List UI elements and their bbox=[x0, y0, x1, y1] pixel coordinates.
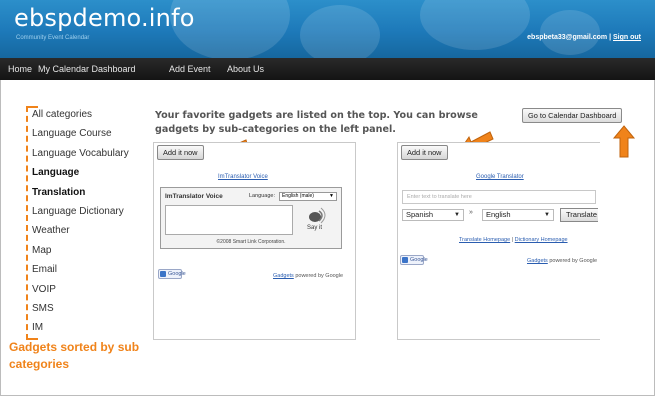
say-it-button[interactable]: Say it bbox=[307, 225, 322, 231]
dropdown-arrow-icon: ▼ bbox=[329, 193, 334, 199]
dropdown-arrow-icon: ▼ bbox=[454, 212, 460, 218]
copyright-text: ©2008 Smart Link Corporation. bbox=[216, 239, 286, 245]
text-to-speak-area[interactable] bbox=[165, 205, 293, 235]
translate-button[interactable]: Translate bbox=[560, 208, 598, 222]
category-language-course[interactable]: Language Course bbox=[32, 128, 129, 147]
sign-out-link[interactable]: Sign out bbox=[613, 34, 641, 41]
swap-arrow-icon: » bbox=[469, 209, 473, 216]
category-list: All categories Language Course Language … bbox=[32, 109, 129, 342]
dictionary-homepage-link[interactable]: Dictionary Homepage bbox=[515, 237, 568, 243]
category-voip[interactable]: VOIP bbox=[32, 284, 129, 303]
add-it-now-button[interactable]: Add it now bbox=[401, 145, 448, 160]
gadgets-link[interactable]: Gadgets bbox=[527, 258, 548, 264]
header-decoration bbox=[300, 5, 380, 58]
gadgets-link[interactable]: Gadgets bbox=[273, 273, 294, 279]
imtranslator-widget: ImTranslator Voice Language: English (ma… bbox=[160, 187, 342, 249]
annotation-caption: Gadgets sorted by sub categories bbox=[9, 339, 139, 373]
powered-by-google: Gadgets powered by Google bbox=[527, 258, 597, 264]
category-language[interactable]: Language bbox=[32, 167, 129, 186]
language-label: Language: bbox=[249, 193, 275, 199]
category-translation[interactable]: Translation bbox=[32, 187, 129, 206]
header-decoration bbox=[540, 10, 600, 55]
site-tagline: Community Event Calendar bbox=[16, 35, 90, 41]
source-language-value: Spanish bbox=[406, 210, 434, 219]
category-all-categories[interactable]: All categories bbox=[32, 109, 129, 128]
link-separator: | bbox=[511, 237, 514, 243]
source-language-select[interactable]: Spanish ▼ bbox=[402, 209, 464, 221]
category-sms[interactable]: SMS bbox=[32, 303, 129, 322]
category-language-vocabulary[interactable]: Language Vocabulary bbox=[32, 148, 129, 167]
category-map[interactable]: Map bbox=[32, 245, 129, 264]
google-badge-icon[interactable]: Google bbox=[400, 255, 428, 265]
language-value: English (male) bbox=[282, 193, 314, 199]
annotation-caption-line2: categories bbox=[9, 357, 70, 371]
nav-about-us[interactable]: About Us bbox=[227, 64, 264, 74]
language-select[interactable]: English (male) ▼ bbox=[279, 192, 337, 201]
site-title[interactable]: ebspdemo.info bbox=[14, 4, 195, 32]
account-bar: ebspbeta33@gmail.com | Sign out bbox=[527, 34, 641, 41]
powered-by-text: powered by Google bbox=[295, 273, 344, 279]
target-language-select[interactable]: English ▼ bbox=[482, 209, 554, 221]
category-email[interactable]: Email bbox=[32, 264, 129, 283]
dropdown-arrow-icon: ▼ bbox=[544, 212, 550, 218]
account-email: ebspbeta33@gmail.com bbox=[527, 34, 608, 41]
account-separator: | bbox=[609, 34, 612, 41]
translate-input[interactable]: Enter text to translate here bbox=[402, 190, 596, 204]
target-language-value: English bbox=[486, 210, 511, 219]
translator-links: Translate Homepage | Dictionary Homepage bbox=[459, 237, 568, 243]
annotation-caption-line1: Gadgets sorted by sub bbox=[9, 340, 140, 354]
powered-by-text: powered by Google bbox=[549, 258, 598, 264]
go-to-dashboard-button[interactable]: Go to Calendar Dashboard bbox=[522, 108, 623, 123]
main-nav: Home My Calendar Dashboard Add Event Abo… bbox=[0, 58, 655, 80]
category-language-dictionary[interactable]: Language Dictionary bbox=[32, 206, 129, 225]
site-header: ebspdemo.info Community Event Calendar e… bbox=[0, 0, 655, 58]
annotation-arrow-icon bbox=[612, 125, 636, 158]
nav-my-calendar-dashboard[interactable]: My Calendar Dashboard bbox=[38, 64, 136, 74]
gadget-title-link[interactable]: ImTranslator Voice bbox=[218, 174, 268, 180]
widget-title: ImTranslator Voice bbox=[165, 193, 223, 200]
category-weather[interactable]: Weather bbox=[32, 225, 129, 244]
gadget-title-link[interactable]: Google Translator bbox=[476, 174, 524, 180]
nav-add-event[interactable]: Add Event bbox=[169, 64, 211, 74]
nav-home[interactable]: Home bbox=[8, 64, 32, 74]
speaker-icon[interactable] bbox=[307, 206, 327, 224]
powered-by-google: Gadgets powered by Google bbox=[273, 273, 343, 279]
add-it-now-button[interactable]: Add it now bbox=[157, 145, 204, 160]
translate-homepage-link[interactable]: Translate Homepage bbox=[459, 237, 510, 243]
header-decoration bbox=[420, 0, 530, 50]
google-badge-icon[interactable]: Google bbox=[158, 269, 186, 279]
